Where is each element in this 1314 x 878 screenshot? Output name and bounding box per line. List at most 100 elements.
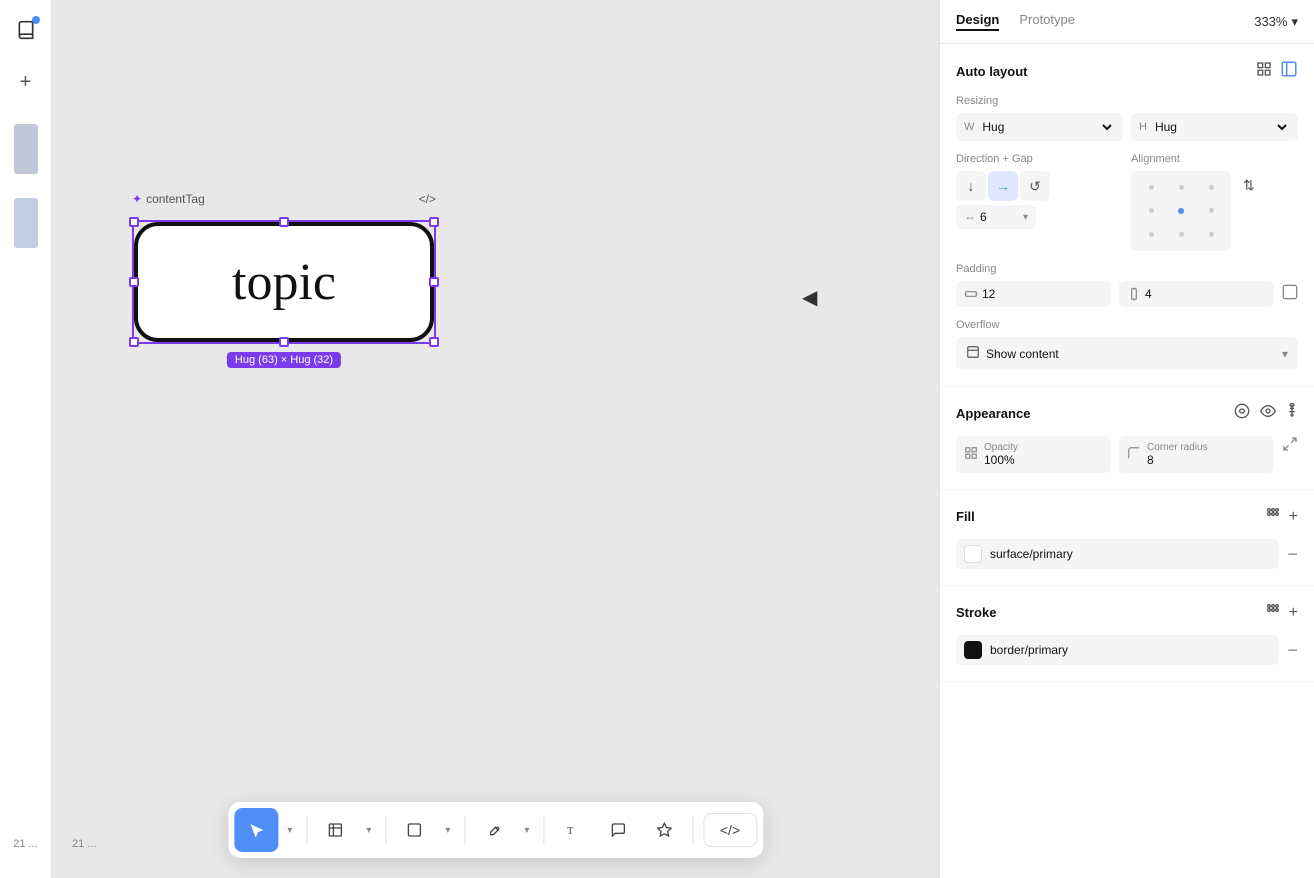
handle-bm[interactable]: [279, 337, 289, 347]
direction-label: Direction + Gap: [956, 153, 1123, 165]
tab-prototype[interactable]: Prototype: [1019, 12, 1075, 31]
align-mm[interactable]: [1167, 200, 1195, 221]
dir-rotate-btn[interactable]: ↺: [1020, 171, 1050, 201]
panel-header: Design Prototype 333% ▾: [940, 0, 1314, 44]
corner-icon: [1127, 446, 1141, 463]
handle-bl[interactable]: [129, 337, 139, 347]
stroke-remove-icon[interactable]: −: [1287, 640, 1298, 661]
divider-1: [306, 816, 307, 844]
svg-text:T: T: [567, 826, 574, 837]
panel-tabs: Design Prototype: [956, 12, 1075, 31]
stroke-add-icon[interactable]: +: [1289, 604, 1298, 622]
height-select[interactable]: Hug Fixed Fill: [1151, 119, 1290, 135]
size-label: Hug (63) × Hug (32): [227, 352, 341, 368]
tab-design[interactable]: Design: [956, 12, 999, 31]
shape-dropdown[interactable]: ▾: [438, 808, 458, 852]
handle-br[interactable]: [429, 337, 439, 347]
align-bm[interactable]: [1167, 224, 1195, 245]
handle-ml[interactable]: [129, 277, 139, 287]
stroke-section: Stroke + border/primary −: [940, 586, 1314, 682]
height-field[interactable]: H Hug Fixed Fill: [1131, 113, 1298, 141]
auto-layout-grid-icon[interactable]: [1256, 61, 1272, 82]
text-tool-button[interactable]: T: [550, 808, 594, 852]
align-tm[interactable]: [1167, 177, 1195, 198]
opacity-field[interactable]: Opacity 100%: [956, 436, 1111, 473]
panel-item-1: [14, 124, 38, 174]
gap-value: 6: [980, 210, 987, 224]
page-number-bottom: 21 ...: [72, 838, 96, 850]
fill-add-icon[interactable]: +: [1289, 508, 1298, 526]
vertical-padding-value: 4: [1145, 287, 1152, 301]
fill-header-icons: +: [1265, 506, 1298, 527]
pen-dropdown[interactable]: ▾: [517, 808, 537, 852]
page-number-label: 21 ...: [13, 838, 37, 866]
panel-zoom[interactable]: 333% ▾: [1254, 14, 1298, 30]
component-label-icon: ✦: [132, 192, 142, 206]
auto-layout-layout-icon[interactable]: [1280, 60, 1298, 83]
stroke-styles-icon[interactable]: [1265, 602, 1281, 623]
shape-tool-button[interactable]: [392, 808, 436, 852]
appearance-mask-icon[interactable]: [1234, 403, 1250, 424]
horizontal-padding-field[interactable]: 12: [956, 281, 1111, 307]
align-bl[interactable]: [1137, 224, 1165, 245]
divider-4: [543, 816, 544, 844]
width-select[interactable]: Hug Fixed Fill: [978, 119, 1115, 135]
auto-layout-title: Auto layout: [956, 64, 1028, 79]
select-tool-button[interactable]: [234, 808, 278, 852]
divider-2: [385, 816, 386, 844]
component-frame[interactable]: topic Hug (63) × Hug (32): [132, 220, 436, 344]
gap-dropdown[interactable]: ▾: [1023, 212, 1028, 223]
horizontal-padding-value: 12: [982, 287, 995, 301]
padding-label: Padding: [956, 263, 1298, 275]
align-tr[interactable]: [1197, 177, 1225, 198]
handle-tl[interactable]: [129, 217, 139, 227]
code-button[interactable]: </>: [703, 813, 757, 847]
align-br[interactable]: [1197, 224, 1225, 245]
book-icon[interactable]: [8, 12, 44, 48]
stroke-color-swatch: [964, 641, 982, 659]
cursor-arrow: ▶: [802, 285, 817, 310]
expand-corners-icon[interactable]: [1282, 436, 1298, 473]
align-mr[interactable]: [1197, 200, 1225, 221]
frame-tool-button[interactable]: [313, 808, 357, 852]
canvas-component[interactable]: ✦ contentTag </> topic Hug (63) × Hug (3…: [132, 220, 436, 344]
frame-dropdown[interactable]: ▾: [359, 808, 379, 852]
comment-tool-button[interactable]: [596, 808, 640, 852]
code-button-label: </>: [720, 822, 740, 838]
corner-display: Corner radius 8: [1147, 442, 1208, 467]
direction-alignment-row: Direction + Gap ↓ → ↺ ⇔ 6 ▾ Alignment: [956, 153, 1298, 251]
bottom-toolbar: ▾ ▾ ▾ ▾: [228, 802, 763, 858]
appearance-visibility-icon[interactable]: [1260, 403, 1276, 424]
dir-down-btn[interactable]: ↓: [956, 171, 986, 201]
vertical-padding-field[interactable]: 4: [1119, 281, 1274, 307]
direction-group: Direction + Gap ↓ → ↺ ⇔ 6 ▾: [956, 153, 1123, 229]
align-ml[interactable]: [1137, 200, 1165, 221]
link-padding-icon[interactable]: [1282, 284, 1298, 305]
auto-layout-icons: [1256, 60, 1298, 83]
plugin-tool-button[interactable]: [642, 808, 686, 852]
align-tl[interactable]: [1137, 177, 1165, 198]
opacity-corner-row: Opacity 100% Corner radius 8: [956, 436, 1298, 473]
right-panel: Design Prototype 333% ▾ Auto layout: [939, 0, 1314, 878]
left-sidebar: + 21 ...: [0, 0, 52, 878]
handle-mr[interactable]: [429, 277, 439, 287]
handle-tr[interactable]: [429, 217, 439, 227]
corner-radius-field[interactable]: Corner radius 8: [1119, 436, 1274, 473]
width-field[interactable]: W Hug Fixed Fill: [956, 113, 1123, 141]
component-code-icon[interactable]: </>: [419, 192, 436, 206]
fill-styles-icon[interactable]: [1265, 506, 1281, 527]
appearance-blend-icon[interactable]: [1286, 403, 1298, 424]
gap-field[interactable]: ⇔ 6 ▾: [956, 205, 1036, 229]
resizing-row: W Hug Fixed Fill H Hug Fixed Fill: [956, 113, 1298, 141]
add-icon[interactable]: +: [8, 64, 44, 100]
handle-tm[interactable]: [279, 217, 289, 227]
overflow-dropdown[interactable]: Show content ▾: [956, 337, 1298, 370]
pen-tool-button[interactable]: [471, 808, 515, 852]
fill-remove-icon[interactable]: −: [1287, 544, 1298, 565]
fill-color-container[interactable]: surface/primary: [956, 539, 1279, 569]
overflow-chevron-icon: ▾: [1282, 347, 1288, 361]
dir-right-btn[interactable]: →: [988, 171, 1018, 201]
select-dropdown[interactable]: ▾: [280, 808, 300, 852]
stroke-color-container[interactable]: border/primary: [956, 635, 1279, 665]
align-adjust-icon[interactable]: ⇅: [1237, 171, 1261, 200]
